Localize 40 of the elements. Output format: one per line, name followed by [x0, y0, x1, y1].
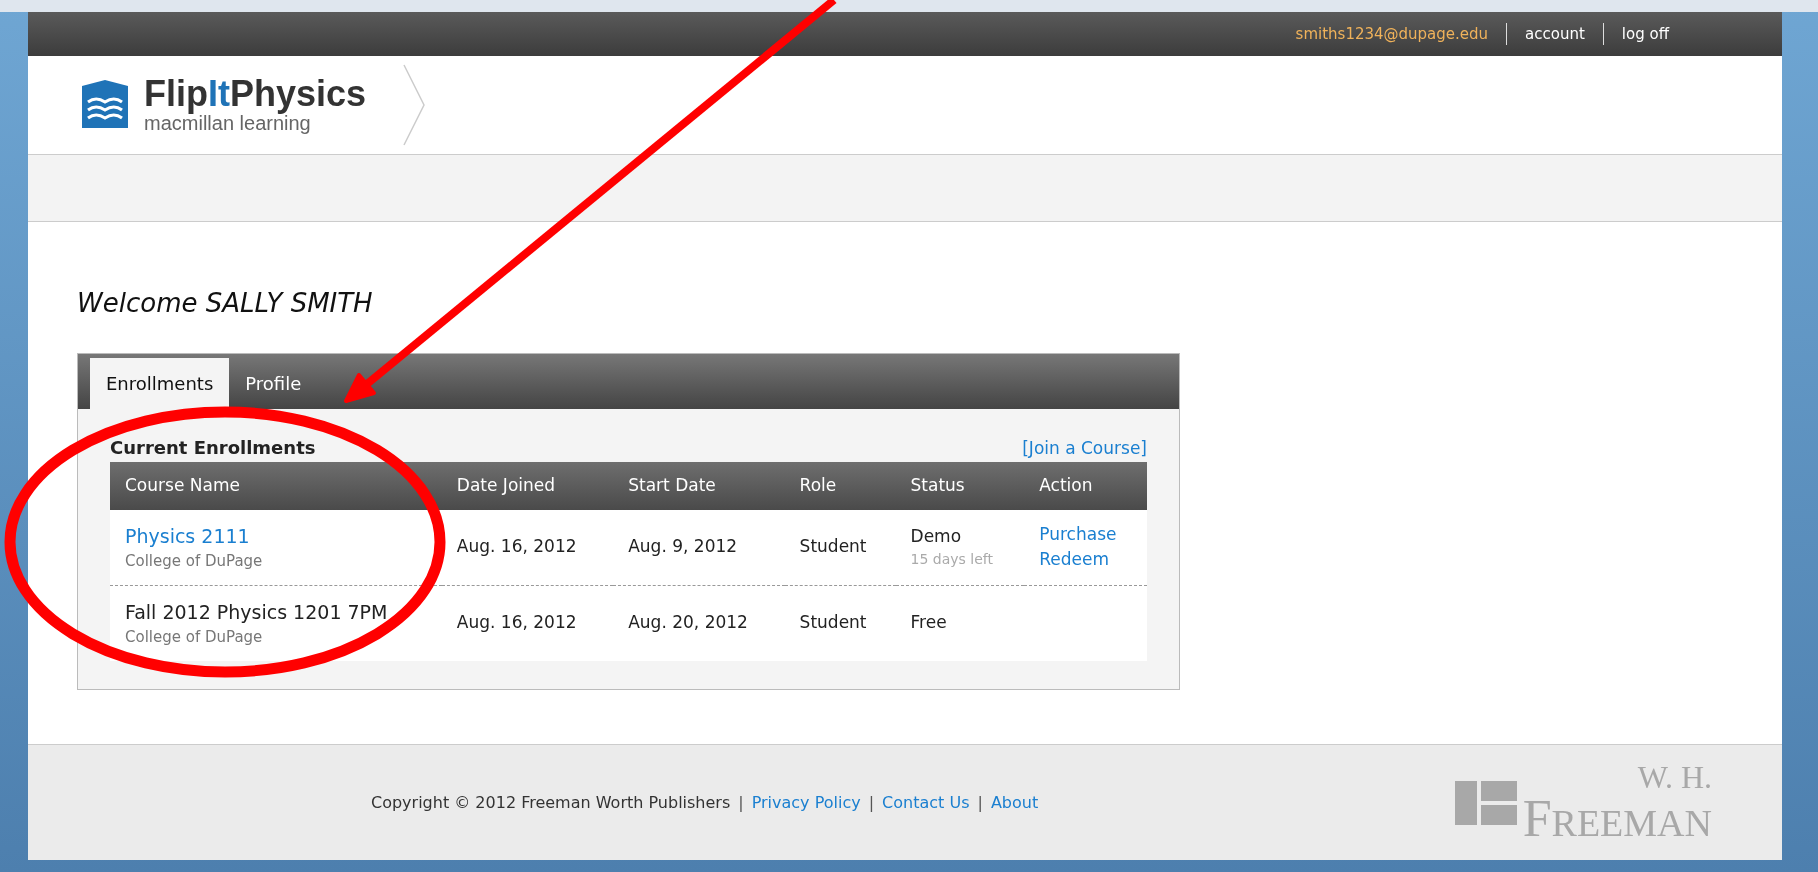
- tab[interactable]: Enrollments: [90, 358, 230, 409]
- separator: |: [976, 792, 984, 812]
- table-cell: Aug. 16, 2012: [456, 612, 577, 633]
- publisher-name: FREEMAN: [1522, 792, 1712, 845]
- publisher-initials: W. H.: [1636, 760, 1712, 793]
- column-header: Status: [895, 462, 1025, 510]
- section-title: Current Enrollments: [110, 436, 316, 460]
- school-name: College of DuPage: [125, 551, 264, 572]
- course-link[interactable]: Physics 2111: [125, 524, 250, 547]
- column-header: Course Name: [110, 462, 442, 510]
- status-text: Free: [910, 611, 948, 635]
- action-link[interactable]: Purchase: [1039, 523, 1117, 544]
- column-header: Date Joined: [441, 462, 614, 510]
- status-text: Demo: [910, 524, 963, 548]
- footer-link[interactable]: Contact Us: [882, 792, 970, 812]
- school-name: College of DuPage: [125, 627, 264, 648]
- table-cell: Aug. 20, 2012: [628, 612, 748, 633]
- footer-link[interactable]: Privacy Policy: [751, 792, 861, 812]
- logo-text: FlipItPhysics: [144, 76, 367, 112]
- table-cell: Aug. 9, 2012: [628, 536, 738, 557]
- squares-logo-icon: [1454, 780, 1517, 825]
- status-note: 15 days left: [910, 550, 994, 570]
- action-link[interactable]: Redeem: [1039, 549, 1110, 569]
- copyright-text: Copyright © 2012 Freeman Worth Publishers: [371, 792, 731, 812]
- welcome-heading: Welcome SALLY SMITH: [77, 287, 374, 320]
- user-email: smiths1234@dupage.edu: [1294, 23, 1490, 45]
- table-cell: Student: [799, 536, 867, 557]
- separator: |: [867, 792, 876, 812]
- footer-link[interactable]: About: [990, 792, 1039, 812]
- column-header: Start Date: [613, 462, 785, 510]
- separator: |: [737, 792, 745, 812]
- column-header: Role: [784, 462, 896, 510]
- column-header: Action: [1024, 462, 1147, 510]
- table-cell: Student: [799, 612, 867, 633]
- table-cell: Aug. 16, 2012: [456, 536, 577, 557]
- tab[interactable]: Profile: [229, 358, 318, 409]
- header-link[interactable]: log off: [1602, 22, 1687, 46]
- header-link[interactable]: account: [1506, 22, 1603, 46]
- join-course-link[interactable]: [Join a Course]: [1022, 435, 1147, 461]
- course-name: Fall 2012 Physics 1201 7PM: [125, 599, 389, 625]
